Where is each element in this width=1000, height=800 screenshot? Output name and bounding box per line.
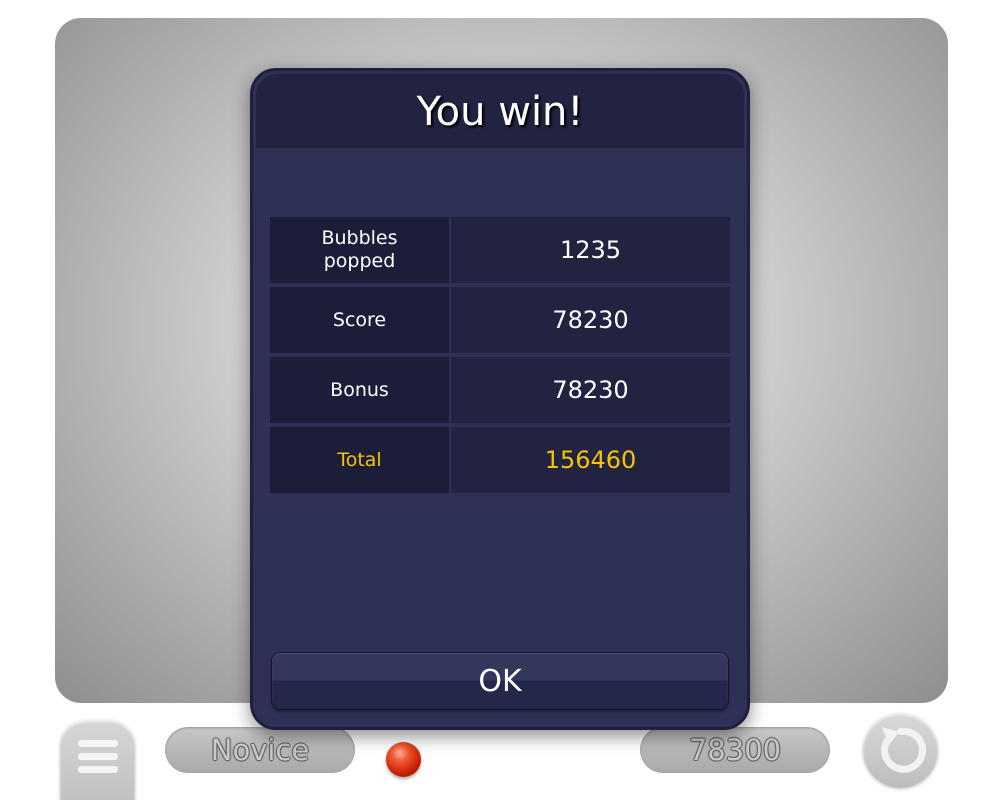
stat-row-bonus: Bonus 78230 (270, 357, 730, 423)
stat-value: 78230 (451, 357, 730, 423)
dialog-header: You win! (256, 74, 744, 148)
dialog-title: You win! (416, 89, 584, 135)
stats-table: Bubbles popped 1235 Score 78230 Bonus 78… (270, 217, 730, 497)
ok-button[interactable]: OK (271, 652, 729, 710)
stat-value: 1235 (451, 217, 730, 283)
game-screen: Novice 78300 You win! Bubbles popped 123… (0, 0, 1000, 800)
score-counter: 78300 (640, 727, 830, 773)
stat-label: Bubbles popped (270, 217, 449, 283)
win-dialog: You win! Bubbles popped 1235 Score 78230… (250, 68, 750, 730)
stat-label: Score (270, 287, 449, 353)
stat-row-bubbles-popped: Bubbles popped 1235 (270, 217, 730, 283)
next-bubble (386, 742, 421, 777)
stat-value: 78230 (451, 287, 730, 353)
stat-value: 156460 (451, 427, 730, 493)
stat-label: Total (270, 427, 449, 493)
stat-row-score: Score 78230 (270, 287, 730, 353)
stat-label: Bonus (270, 357, 449, 423)
difficulty-level-label: Novice (165, 727, 355, 773)
restart-arrow-icon (881, 727, 927, 773)
menu-button[interactable] (60, 720, 135, 800)
restart-button[interactable] (863, 713, 938, 788)
stat-row-total: Total 156460 (270, 427, 730, 493)
